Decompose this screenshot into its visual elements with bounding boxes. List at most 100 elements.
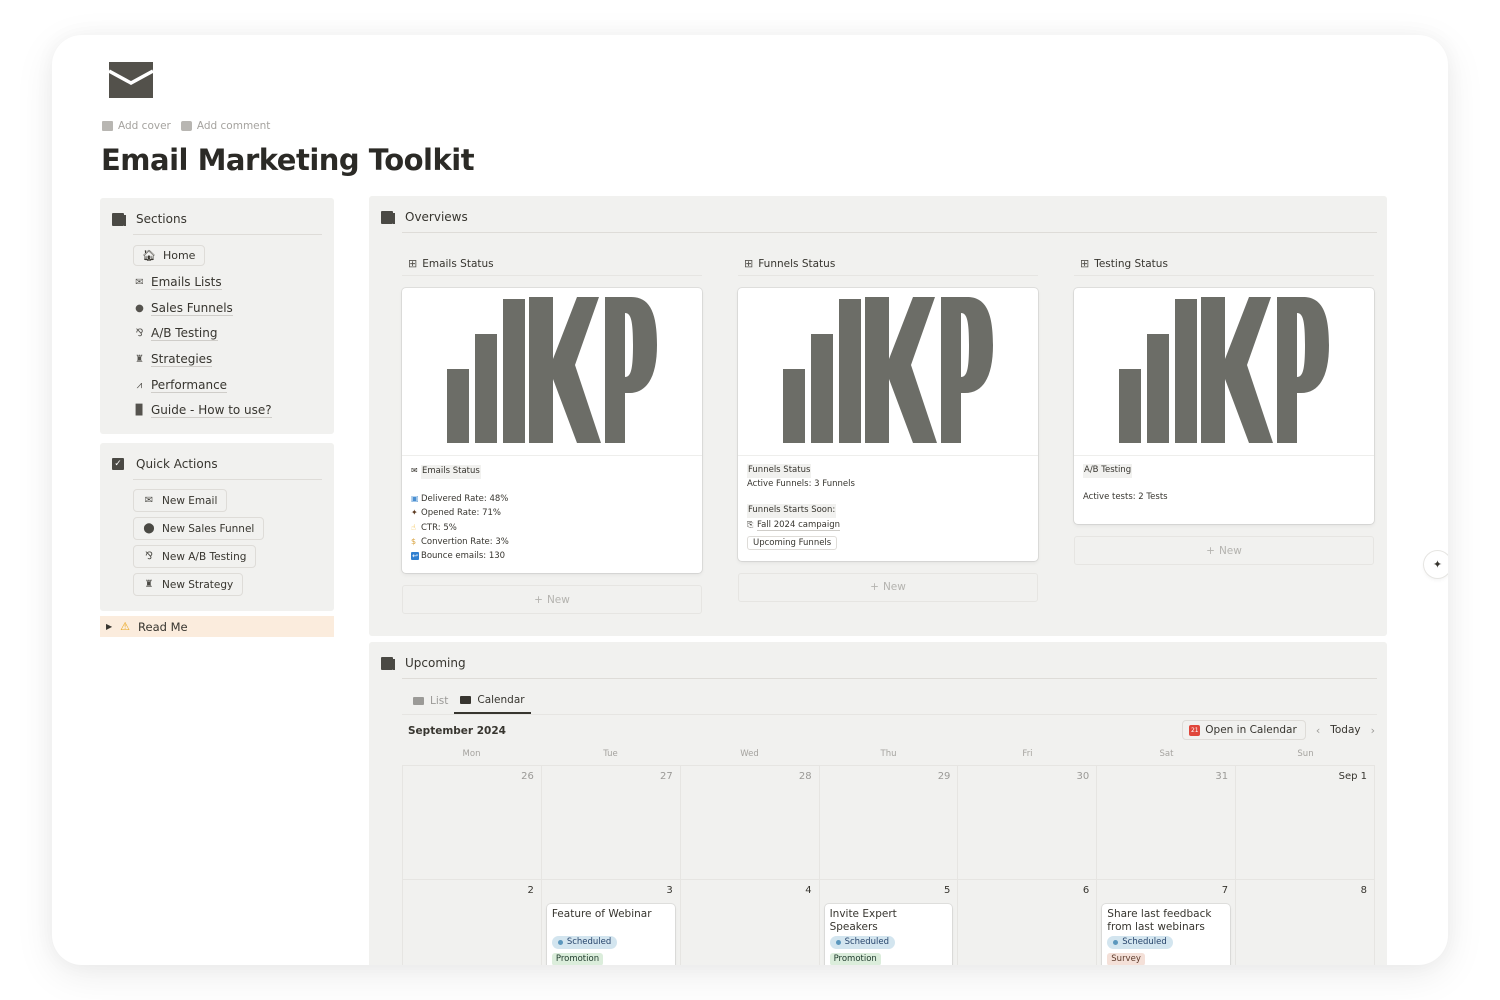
calendar-event-card[interactable]: Share last feedback from last webinars Sc… <box>1102 904 1231 965</box>
comment-icon <box>180 121 192 131</box>
tab-calendar[interactable]: Calendar <box>454 688 531 714</box>
fall-campaign-link[interactable]: ⎘ Fall 2024 campaign <box>747 518 1029 533</box>
warning-icon: ⚠ <box>120 620 131 633</box>
sidebar-item-ab-testing[interactable]: ⅋ A/B Testing <box>133 321 272 347</box>
sidebar-item-strategies[interactable]: ♜ Strategies <box>133 347 272 373</box>
event-title: Share last feedback from last webinars <box>1107 908 1212 933</box>
weekday-header: Mon Tue Wed Thu Fri Sat Sun <box>402 749 1375 759</box>
gallery-view-tab[interactable]: ⊞ Funnels Status <box>738 252 1038 276</box>
new-sales-funnel-button[interactable]: ⬤ New Sales Funnel <box>133 517 265 540</box>
weekday-label: Tue <box>603 749 618 759</box>
upcoming-funnels-tag[interactable]: Upcoming Funnels <box>747 536 838 550</box>
calendar-grid: 26 27 28 29 30 31 Sep 1 2 3 Feature of Webinar Sch… <box>402 765 1375 965</box>
calendar-day-cell[interactable]: 6 <box>958 880 1098 965</box>
envelope-icon <box>460 696 472 704</box>
day-number: 5 <box>944 885 951 896</box>
status-badge: Scheduled <box>829 936 896 949</box>
chevron-left-icon[interactable]: ‹ <box>1316 724 1320 737</box>
gallery-icon: ⊞ <box>744 257 754 270</box>
new-strategy-button[interactable]: ♜ New Strategy <box>133 573 244 596</box>
calendar-day-cell[interactable]: 4 <box>680 880 820 965</box>
calendar-day-cell[interactable]: 5 Invite Expert Speakers Scheduled Promotio… <box>819 880 959 965</box>
calendar-day-cell[interactable]: 3 Feature of Webinar Scheduled Promotion <box>541 880 681 965</box>
open-in-calendar-button[interactable]: 21 Open in Calendar <box>1182 720 1306 740</box>
gallery-view-tab[interactable]: ⊞ Emails Status <box>402 252 702 276</box>
day-number: 26 <box>521 771 534 782</box>
sidebar-item-performance[interactable]: ⩘ Performance <box>133 372 272 398</box>
day-number: 6 <box>1082 885 1090 896</box>
sidebar-item-emails-lists[interactable]: ✉ Emails Lists <box>133 270 272 296</box>
kpi-logo-icon <box>1119 297 1329 443</box>
day-number: 8 <box>1360 885 1367 896</box>
calendar-day-cell[interactable]: 2 <box>403 880 542 965</box>
event-title: Feature of Webinar <box>551 908 652 920</box>
chess-rook-icon: ♜ <box>144 579 154 590</box>
calendar-day-cell[interactable]: 30 <box>958 766 1098 880</box>
calendar-day-cell[interactable]: 31 <box>1097 766 1237 880</box>
gallery-view-tab[interactable]: ⊞ Testing Status <box>1074 252 1374 276</box>
today-button[interactable]: Today <box>1330 724 1360 736</box>
calendar-day-cell[interactable]: 26 <box>403 766 542 880</box>
testing-status-column: ⊞ Testing Status A/B Testing Active test… <box>1074 252 1374 565</box>
weekday-label: Sat <box>1159 749 1174 759</box>
weekday-label: Thu <box>880 749 897 759</box>
day-number: Sep 1 <box>1338 771 1367 782</box>
envelope-icon[interactable] <box>109 62 153 98</box>
calendar-day-cell[interactable]: Sep 1 <box>1236 766 1375 880</box>
gallery-icon: ⊞ <box>408 257 418 270</box>
sections-header: Sections <box>112 212 187 226</box>
funnels-status-column: ⊞ Funnels Status Funnels Status Active F… <box>738 252 1038 602</box>
money-bag-icon: $ <box>411 537 417 546</box>
envelope-icon: ✉ <box>411 466 418 475</box>
new-ab-testing-button[interactable]: ⅋ New A/B Testing <box>133 545 257 568</box>
day-number: 29 <box>937 771 951 782</box>
add-comment-button[interactable]: Add comment <box>180 120 270 132</box>
calendar-event-card[interactable]: Invite Expert Speakers Scheduled Promotion <box>824 904 953 965</box>
new-email-button[interactable]: ✉ New Email <box>133 489 228 512</box>
eye-icon: ✦ <box>411 508 418 517</box>
metric-conversion: $ Convertion Rate: 3% <box>411 537 509 547</box>
new-card-button[interactable]: + New <box>1074 536 1374 565</box>
card-content: Funnels Status Active Funnels: 3 Funnels… <box>738 456 1038 561</box>
metric-delivered: ▣ Delivered Rate: 48% <box>411 493 509 504</box>
metric-ctr: ☝ CTR: 5% <box>411 522 457 533</box>
calendar-event-card[interactable]: Feature of Webinar Scheduled Promotion <box>546 904 675 965</box>
view-tabs: List Calendar <box>407 688 531 714</box>
calendar-day-cell[interactable]: 28 <box>680 766 820 880</box>
status-badge: Scheduled <box>551 936 618 949</box>
card-content: ✉ Emails Status ▣ Delivered Rate: 48% ✦ Ope… <box>402 456 702 573</box>
new-card-button[interactable]: + New <box>402 585 702 614</box>
chevron-right-icon[interactable]: › <box>1371 724 1375 737</box>
ai-sparkle-button[interactable]: ✦ <box>1424 551 1448 578</box>
event-title: Invite Expert Speakers <box>829 908 897 933</box>
sidebar-item-sales-funnels[interactable]: ● Sales Funnels <box>133 296 272 322</box>
testing-status-card[interactable]: A/B Testing Active tests: 2 Tests <box>1074 288 1374 524</box>
calendar-toolbar: 21 Open in Calendar ‹ Today › <box>1182 720 1375 740</box>
calendar-day-cell[interactable]: 8 <box>1236 880 1375 965</box>
book-icon <box>112 212 126 226</box>
status-badge: Scheduled <box>1107 936 1173 949</box>
read-me-toggle[interactable]: ▶ ⚠ Read Me <box>100 616 334 637</box>
funnels-status-card[interactable]: Funnels Status Active Funnels: 3 Funnels… <box>738 288 1038 561</box>
emails-status-card[interactable]: ✉ Emails Status ▣ Delivered Rate: 48% ✦ Ope… <box>402 288 702 573</box>
day-number: 2 <box>527 885 534 896</box>
calendar-icon: 21 <box>1189 724 1201 736</box>
new-card-button[interactable]: + New <box>738 572 1038 602</box>
triangle-right-icon[interactable]: ▶ <box>106 622 112 631</box>
return-arrow-icon: ↩ <box>411 551 419 560</box>
calendar-day-cell[interactable]: 29 <box>819 766 959 880</box>
funnel-link-icon: ● <box>135 302 144 314</box>
calendar-day-cell[interactable]: 27 <box>541 766 681 880</box>
quick-actions-title: Quick Actions <box>136 457 218 471</box>
category-tag: Survey <box>1107 953 1145 965</box>
sidebar-item-guide[interactable]: ▉ Guide - How to use? <box>133 398 272 424</box>
envelope-icon <box>413 697 424 705</box>
day-number: 28 <box>798 771 812 782</box>
calendar-day-cell[interactable]: 7 Share last feedback from last webinars S… <box>1097 880 1237 965</box>
active-tests-text: Active tests: 2 Tests <box>1083 491 1168 502</box>
upcoming-header: Upcoming <box>381 656 466 670</box>
add-cover-button[interactable]: Add cover <box>102 120 171 132</box>
home-button[interactable]: 🏠︎ Home <box>133 245 206 266</box>
tab-list[interactable]: List <box>407 688 454 714</box>
plus-icon: + <box>1206 544 1215 557</box>
